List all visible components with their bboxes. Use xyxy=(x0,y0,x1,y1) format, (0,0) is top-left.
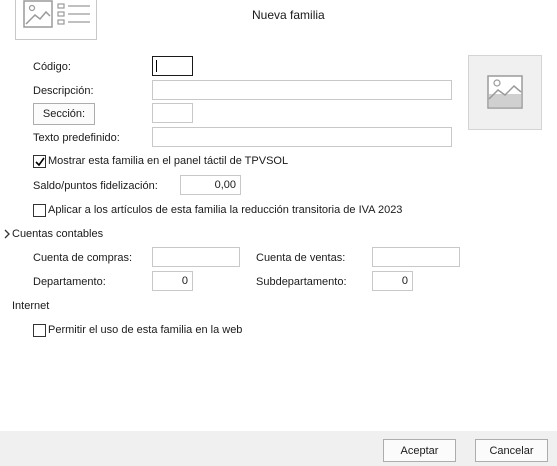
family-form-icon xyxy=(15,0,97,40)
cancel-button[interactable]: Cancelar xyxy=(475,439,548,462)
reduccion-iva-label: Aplicar a los artículos de esta familia … xyxy=(48,204,403,216)
checkmark-icon xyxy=(35,157,45,167)
seccion-field[interactable] xyxy=(152,103,193,123)
subdepartamento-field[interactable] xyxy=(372,271,413,291)
saldo-label: Saldo/puntos fidelización: xyxy=(33,180,158,192)
cuenta-compras-field[interactable] xyxy=(152,247,240,267)
internet-section-label: Internet xyxy=(12,300,50,312)
cuentas-section-label: Cuentas contables xyxy=(12,228,104,240)
chevron-right-icon[interactable] xyxy=(3,229,11,239)
permitir-web-checkbox[interactable] xyxy=(33,324,46,337)
seccion-button[interactable]: Sección: xyxy=(33,103,95,125)
dialog-title: Nueva familia xyxy=(252,8,325,22)
departamento-field[interactable] xyxy=(152,271,193,291)
descripcion-field[interactable] xyxy=(152,80,452,100)
cuenta-ventas-field[interactable] xyxy=(372,247,460,267)
accept-button[interactable]: Aceptar xyxy=(383,439,456,462)
departamento-label: Departamento: xyxy=(33,276,106,288)
codigo-label: Código: xyxy=(33,61,71,73)
cuenta-compras-label: Cuenta de compras: xyxy=(33,252,133,264)
reduccion-iva-checkbox[interactable] xyxy=(33,204,46,217)
subdepartamento-label: Subdepartamento: xyxy=(256,276,347,288)
text-cursor xyxy=(156,60,157,72)
image-icon xyxy=(487,75,523,109)
codigo-field[interactable] xyxy=(152,56,193,76)
texto-predefinido-label: Texto predefinido: xyxy=(33,132,120,144)
mostrar-panel-checkbox[interactable] xyxy=(33,155,46,168)
permitir-web-label: Permitir el uso de esta familia en la we… xyxy=(48,324,243,336)
mostrar-panel-label: Mostrar esta familia en el panel táctil … xyxy=(48,155,289,167)
texto-predefinido-field[interactable] xyxy=(152,127,452,147)
cuenta-ventas-label: Cuenta de ventas: xyxy=(256,252,346,264)
family-image-box[interactable] xyxy=(468,55,542,130)
saldo-field[interactable] xyxy=(180,175,241,195)
dialog-footer xyxy=(0,431,557,466)
descripcion-label: Descripción: xyxy=(33,85,94,97)
